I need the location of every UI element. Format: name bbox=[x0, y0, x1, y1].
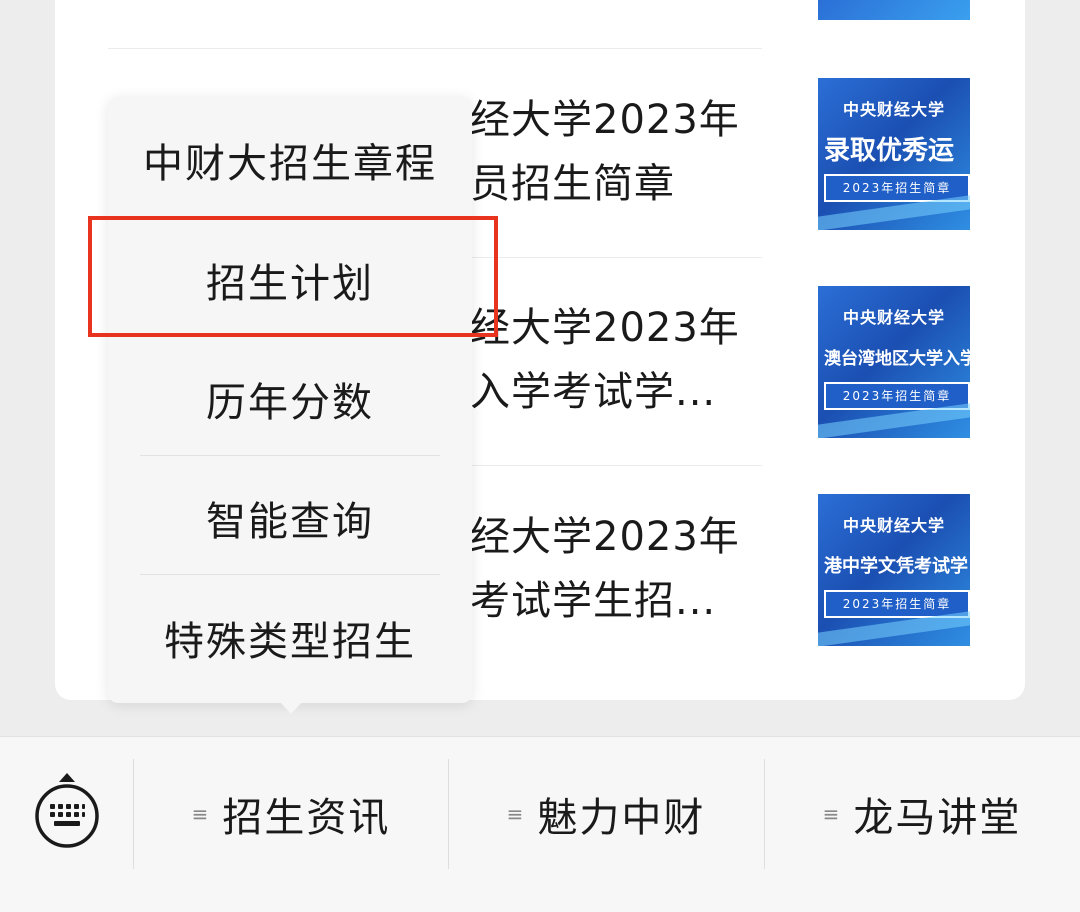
thumbnail-org: 中央财经大学 bbox=[842, 516, 945, 535]
submenu-item-special-admission[interactable]: 特殊类型招生 bbox=[108, 579, 472, 697]
thumbnail-org: 中央财经大学 bbox=[842, 308, 945, 327]
article-title-line2: 入学考试学... bbox=[470, 369, 717, 415]
menu-lines-icon: ≡ bbox=[822, 802, 842, 826]
thumbnail-headline: 澳台湾地区大学入学 bbox=[824, 349, 970, 369]
bottom-menu-bar: ≡ 招生资讯 ≡ 魅力中财 ≡ 龙马讲堂 bbox=[0, 736, 1080, 912]
highlight-box bbox=[88, 216, 498, 337]
menu-lines-icon: ≡ bbox=[506, 802, 526, 826]
thumbnail-headline: 录取优秀运 bbox=[824, 136, 955, 166]
menu-tab-admission-news[interactable]: ≡ 招生资讯 bbox=[134, 777, 448, 851]
list-divider bbox=[108, 48, 762, 49]
thumbnail-headline: 港中学文凭考试学 bbox=[824, 556, 968, 577]
submenu-item-past-scores[interactable]: 历年分数 bbox=[108, 340, 472, 458]
article-title-line1: 经大学2023年 bbox=[470, 97, 740, 143]
article-title-line2: 员招生简章 bbox=[470, 161, 675, 207]
keyboard-icon[interactable] bbox=[33, 782, 101, 850]
menu-lines-icon: ≡ bbox=[191, 802, 211, 826]
article-title-line1: 经大学2023年 bbox=[470, 305, 740, 351]
menu-tab-label: 龙马讲堂 bbox=[853, 795, 1022, 841]
article-thumbnail: 中央财经大学 港中学文凭考试学 2023年招生简章 bbox=[818, 494, 970, 646]
keyboard-caret-icon bbox=[59, 773, 75, 782]
article-title-line1: 经大学2023年 bbox=[470, 514, 740, 560]
submenu-divider bbox=[140, 574, 440, 575]
menu-tab-label: 招生资讯 bbox=[222, 795, 391, 841]
submenu-pointer bbox=[278, 700, 304, 714]
thumbnail-org: 中央财经大学 bbox=[842, 100, 945, 119]
submenu-divider bbox=[140, 455, 440, 456]
submenu-popup: 中财大招生章程 招生计划 历年分数 智能查询 特殊类型招生 bbox=[108, 97, 472, 703]
article-thumbnail: 中央财经大学 澳台湾地区大学入学 2023年招生简章 bbox=[818, 286, 970, 438]
article-thumbnail: 中央财经大学 录取优秀运 2023年招生简章 bbox=[818, 78, 970, 230]
submenu-item-smart-query[interactable]: 智能查询 bbox=[108, 459, 472, 577]
menu-tab-label: 魅力中财 bbox=[537, 795, 706, 841]
article-title-line2: 考试学生招... bbox=[470, 578, 717, 624]
menu-tab-charm[interactable]: ≡ 魅力中财 bbox=[449, 777, 763, 851]
submenu-item-admission-charter[interactable]: 中财大招生章程 bbox=[108, 101, 472, 219]
menu-tab-lecture[interactable]: ≡ 龙马讲堂 bbox=[765, 777, 1079, 851]
article-thumbnail-partial[interactable] bbox=[818, 0, 970, 20]
